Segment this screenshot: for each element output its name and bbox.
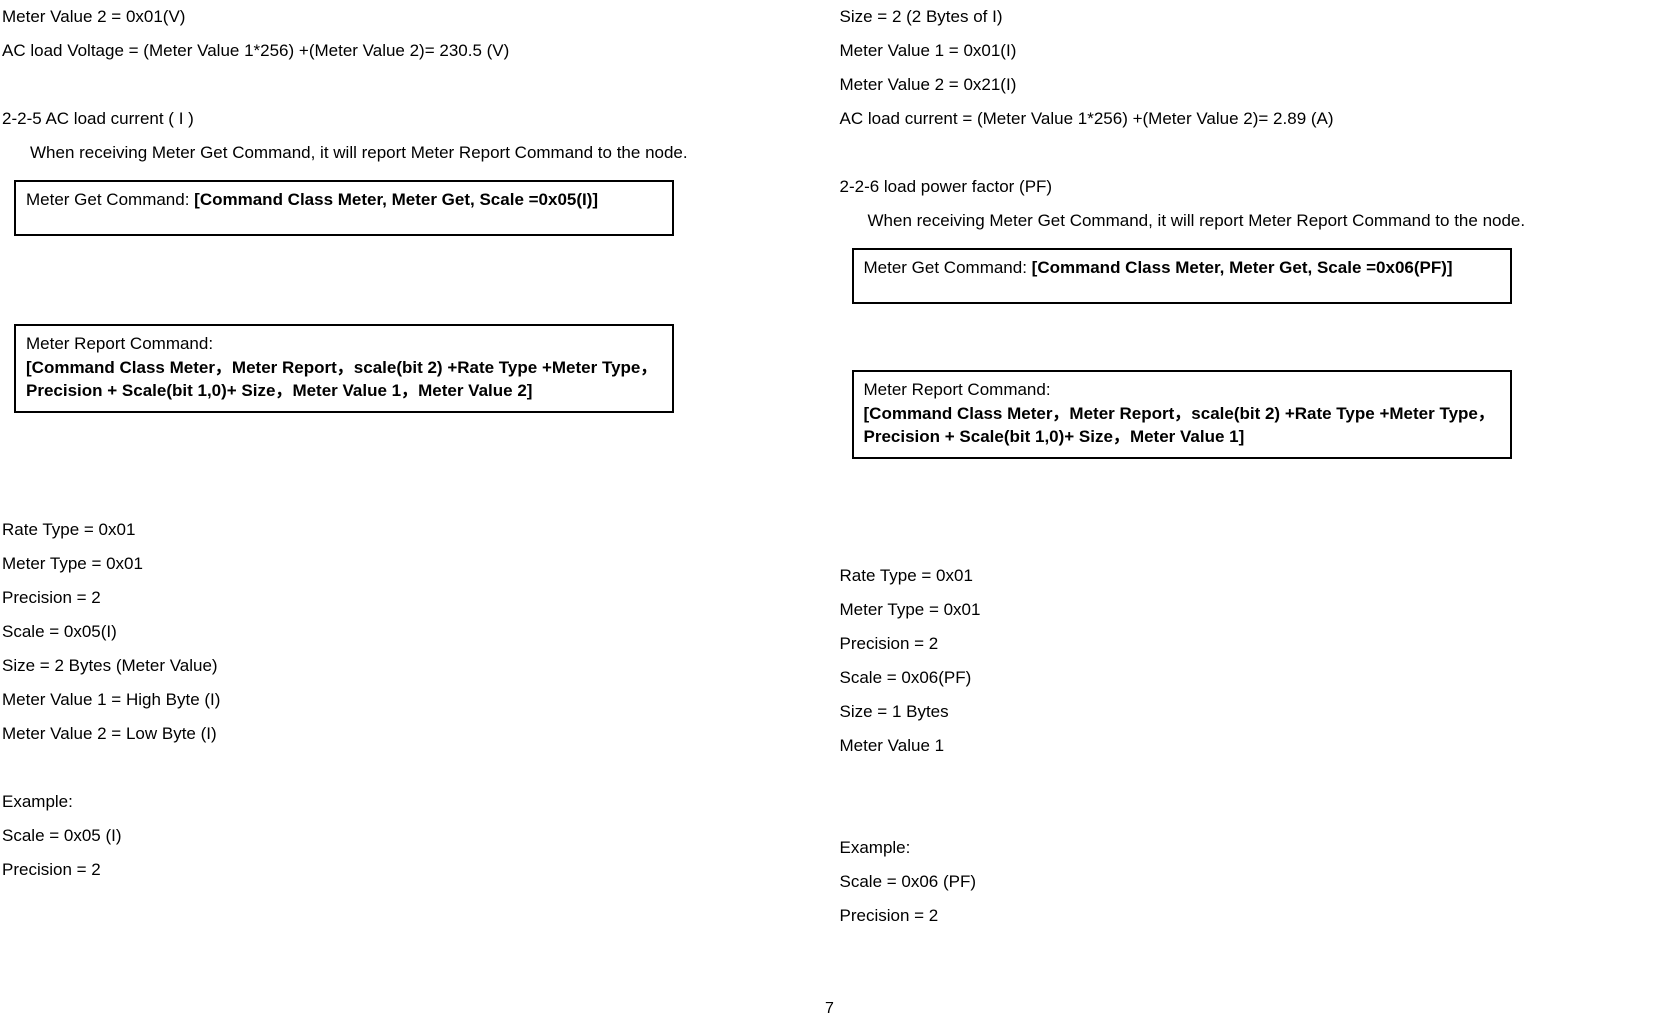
param-line: Scale = 0x06(PF) xyxy=(840,661,1640,695)
meter-get-command-box: Meter Get Command: [Command Class Meter,… xyxy=(852,248,1512,304)
param-line: Meter Value 1 = High Byte (I) xyxy=(2,683,810,717)
meter-get-command-box: Meter Get Command: [Command Class Meter,… xyxy=(14,180,674,236)
param-line: Meter Type = 0x01 xyxy=(840,593,1640,627)
param-line: Rate Type = 0x01 xyxy=(840,559,1640,593)
box-label: Meter Report Command: xyxy=(864,378,1500,402)
text-line: Meter Value 2 = 0x21(I) xyxy=(840,68,1640,102)
section-desc-225: When receiving Meter Get Command, it wil… xyxy=(2,136,810,170)
param-line: Size = 1 Bytes xyxy=(840,695,1640,729)
box-bold: [Command Class Meter，Meter Report，scale(… xyxy=(26,356,662,404)
example-heading: Example: xyxy=(2,785,810,819)
example-heading: Example: xyxy=(840,831,1640,865)
page-number: 7 xyxy=(825,1000,834,1018)
section-heading-225: 2-2-5 AC load current ( I ) xyxy=(2,102,810,136)
param-line: Precision = 2 xyxy=(840,627,1640,661)
text-line: AC load current = (Meter Value 1*256) +(… xyxy=(840,102,1640,136)
box-bold: [Command Class Meter，Meter Report，scale(… xyxy=(864,402,1500,450)
box-label: Meter Get Command: xyxy=(26,190,194,209)
text-line: Size = 2 (2 Bytes of I) xyxy=(840,0,1640,34)
box-bold: [Command Class Meter, Meter Get, Scale =… xyxy=(194,190,598,209)
left-column: Meter Value 2 = 0x01(V) AC load Voltage … xyxy=(0,0,830,933)
meter-report-command-box: Meter Report Command: [Command Class Met… xyxy=(14,324,674,413)
example-line: Precision = 2 xyxy=(840,899,1640,933)
box-label: Meter Get Command: xyxy=(864,258,1032,277)
example-line: Scale = 0x05 (I) xyxy=(2,819,810,853)
right-column: Size = 2 (2 Bytes of I) Meter Value 1 = … xyxy=(830,0,1659,933)
param-line: Meter Value 1 xyxy=(840,729,1640,763)
text-line: Meter Value 1 = 0x01(I) xyxy=(840,34,1640,68)
param-line: Scale = 0x05(I) xyxy=(2,615,810,649)
box-bold: [Command Class Meter, Meter Get, Scale =… xyxy=(1032,258,1453,277)
meter-report-command-box: Meter Report Command: [Command Class Met… xyxy=(852,370,1512,459)
param-line: Precision = 2 xyxy=(2,581,810,615)
example-line: Precision = 2 xyxy=(2,853,810,887)
box-label: Meter Report Command: xyxy=(26,332,662,356)
text-line: AC load Voltage = (Meter Value 1*256) +(… xyxy=(2,34,810,68)
param-line: Rate Type = 0x01 xyxy=(2,513,810,547)
param-line: Meter Type = 0x01 xyxy=(2,547,810,581)
page: Meter Value 2 = 0x01(V) AC load Voltage … xyxy=(0,0,1659,933)
param-line: Size = 2 Bytes (Meter Value) xyxy=(2,649,810,683)
example-line: Scale = 0x06 (PF) xyxy=(840,865,1640,899)
section-heading-226: 2-2-6 load power factor (PF) xyxy=(840,170,1640,204)
text-line: Meter Value 2 = 0x01(V) xyxy=(2,0,810,34)
section-desc-226: When receiving Meter Get Command, it wil… xyxy=(840,204,1640,238)
param-line: Meter Value 2 = Low Byte (I) xyxy=(2,717,810,751)
